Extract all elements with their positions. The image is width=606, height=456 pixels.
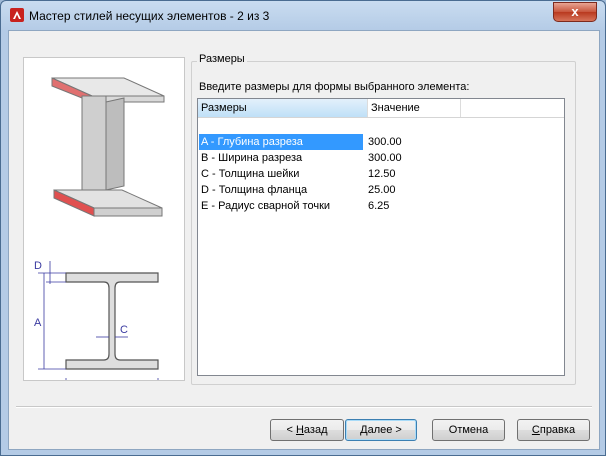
help-button[interactable]: Справка — [517, 419, 590, 441]
back-button-hotkey: Н — [295, 424, 304, 436]
dimension-label-d: D — [34, 260, 42, 272]
back-button[interactable]: < Назад — [270, 419, 344, 441]
preview-panel: D A C B — [23, 57, 185, 398]
list-item-value[interactable]: 300.00 — [368, 134, 402, 150]
footer-divider — [16, 406, 592, 408]
next-button-label: алее > — [367, 424, 402, 436]
list-item-value[interactable]: 6.25 — [368, 198, 389, 214]
wizard-window: Мастер стилей несущих элементов - 2 из 3… — [0, 0, 606, 456]
dimension-label-c: C — [120, 324, 128, 336]
help-button-hotkey: С — [531, 424, 540, 436]
close-button[interactable]: x — [553, 2, 597, 22]
list-item-d[interactable]: D - Толщина фланца 25.00 — [198, 182, 564, 198]
list-item-c[interactable]: C - Толщина шейки 12.50 — [198, 166, 564, 182]
list-item-label: B - Ширина разреза — [201, 152, 303, 164]
column-header-dimensions[interactable]: Размеры — [198, 99, 367, 117]
list-item-label: C - Толщина шейки — [201, 168, 300, 180]
next-button[interactable]: Далее > — [345, 419, 417, 441]
app-logo-icon — [10, 8, 24, 22]
list-item-b[interactable]: B - Ширина разреза 300.00 — [198, 150, 564, 166]
section-diagram — [38, 261, 159, 398]
list-header: Размеры Значение — [198, 99, 564, 118]
help-button-label: правка — [539, 424, 576, 436]
client-area: D A C B Размеры Введите размеры для форм… — [8, 30, 600, 450]
dimensions-list[interactable]: Размеры Значение A - Глубина разреза 300… — [197, 98, 565, 376]
i-beam-illustration: D A C B — [34, 77, 165, 398]
dimensions-prompt: Введите размеры для формы выбранного эле… — [199, 81, 470, 93]
dimensions-group-label: Размеры — [197, 53, 247, 65]
list-item-value[interactable]: 25.00 — [368, 182, 396, 198]
i-beam-3d-icon — [51, 77, 165, 217]
dimension-label-a: A — [34, 317, 42, 329]
list-item-a[interactable]: A - Глубина разреза 300.00 — [198, 134, 564, 150]
list-item-e[interactable]: E - Радиус сварной точки 6.25 — [198, 198, 564, 214]
cancel-button[interactable]: Отмена — [432, 419, 505, 441]
list-item-value[interactable]: 12.50 — [368, 166, 396, 182]
list-item-label: E - Радиус сварной точки — [201, 200, 331, 212]
back-button-prefix: < — [286, 424, 296, 436]
next-button-hotkey: Д — [360, 424, 368, 436]
column-header-value[interactable]: Значение — [368, 99, 461, 117]
window-title: Мастер стилей несущих элементов - 2 из 3 — [29, 9, 270, 23]
column-separator[interactable] — [460, 99, 461, 117]
list-item-value[interactable]: 300.00 — [368, 150, 402, 166]
list-item-label: D - Толщина фланца — [201, 184, 308, 196]
list-item-label: A - Глубина разреза — [199, 134, 363, 150]
back-button-label: азад — [303, 424, 328, 436]
title-bar[interactable]: Мастер стилей несущих элементов - 2 из 3… — [1, 1, 605, 31]
